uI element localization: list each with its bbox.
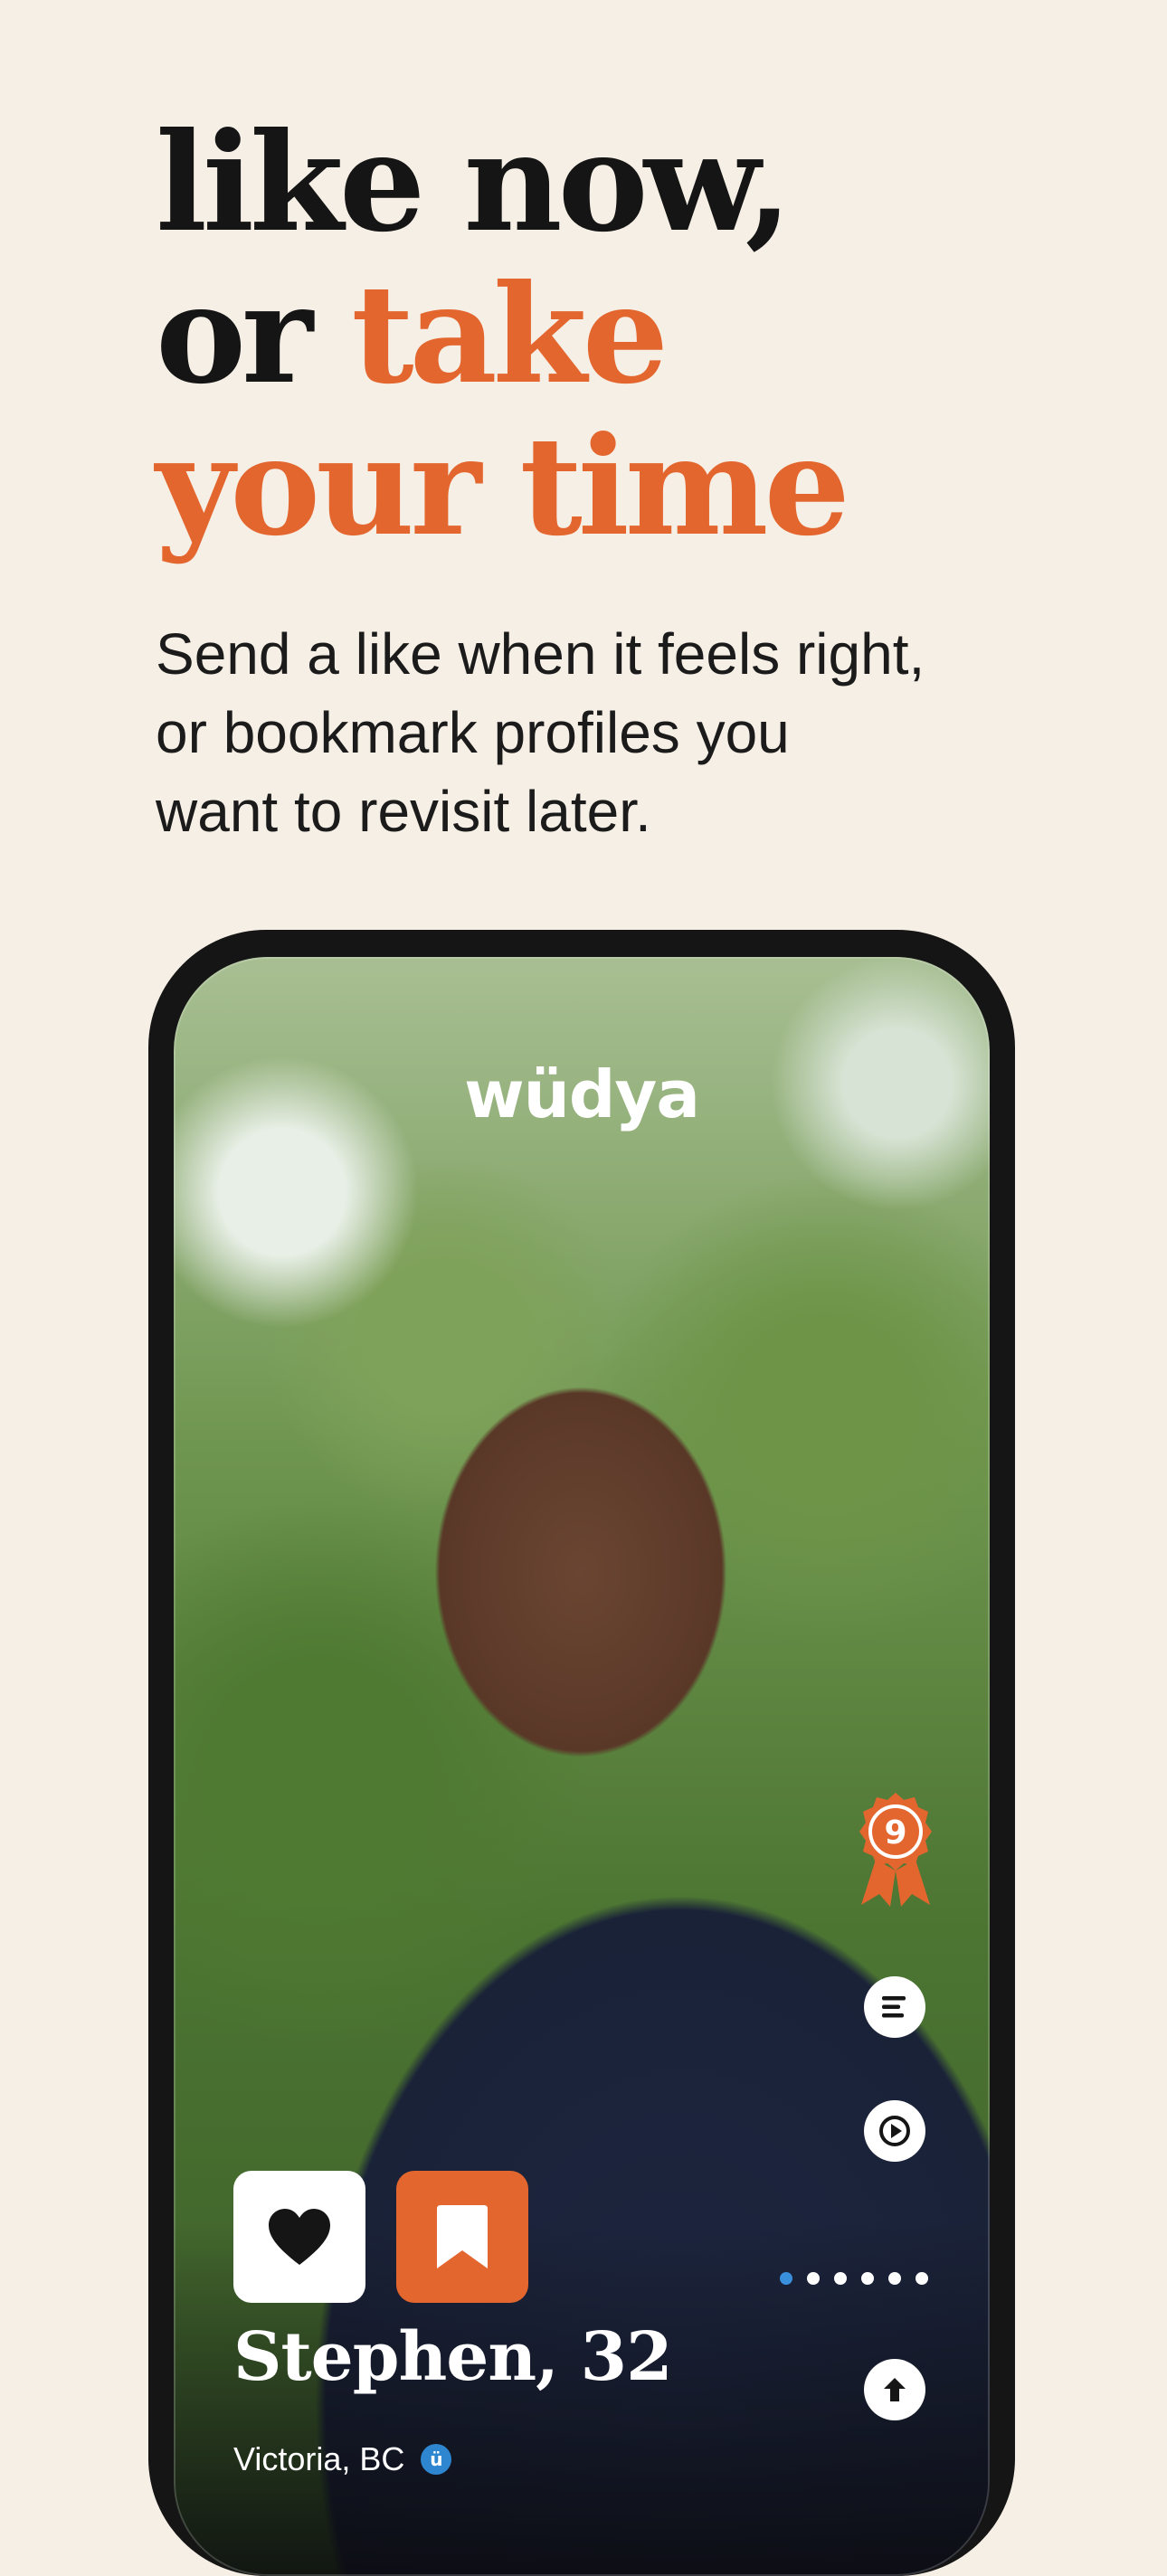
pagination-dot[interactable] <box>888 2272 901 2285</box>
profile-name: Stephen, 32 <box>233 2318 673 2396</box>
play-icon <box>879 2116 910 2146</box>
pagination-dot[interactable] <box>780 2272 792 2285</box>
profile-card[interactable]: wüdya 9 Stephen, 32 Victoria, BC ü <box>174 957 990 2576</box>
subtitle-line-3: want to revisit later. <box>156 779 651 844</box>
badge-count: 9 <box>884 1814 906 1852</box>
headline-line-2: or take <box>156 259 846 411</box>
headline-line-3: your time <box>156 407 850 566</box>
expand-profile-button[interactable] <box>864 2359 925 2420</box>
phone-mockup: wüdya 9 Stephen, 32 Victoria, BC ü <box>148 930 1015 2576</box>
text-lines-icon <box>882 1996 906 2018</box>
pagination-dot[interactable] <box>807 2272 820 2285</box>
headline: like now, or take your time <box>156 103 850 566</box>
subtitle: Send a like when it feels right, or book… <box>156 615 1060 851</box>
pagination-dot[interactable] <box>916 2272 928 2285</box>
location-row: Victoria, BC ü <box>233 2440 452 2478</box>
bookmark-icon <box>437 2205 488 2268</box>
bookmark-button[interactable] <box>396 2171 528 2303</box>
arrow-up-icon <box>884 2378 906 2401</box>
video-button[interactable] <box>864 2100 925 2162</box>
photo-pagination[interactable] <box>780 2272 928 2285</box>
subtitle-line-2: or bookmark profiles you <box>156 700 790 765</box>
pagination-dot[interactable] <box>834 2272 847 2285</box>
verified-icon: ü <box>421 2444 452 2475</box>
app-logo: wüdya <box>464 1056 700 1132</box>
heart-icon <box>269 2209 330 2265</box>
profile-location: Victoria, BC <box>233 2440 405 2477</box>
subtitle-line-1: Send a like when it feels right, <box>156 621 925 687</box>
headline-accent-text: take <box>351 255 669 414</box>
like-button[interactable] <box>233 2171 365 2303</box>
headline-line-1: like now, <box>156 103 792 262</box>
headline-plain-text: or <box>156 255 352 414</box>
ribbon-badge-icon[interactable]: 9 <box>852 1789 939 1908</box>
pagination-dot[interactable] <box>861 2272 874 2285</box>
bio-button[interactable] <box>864 1976 925 2038</box>
